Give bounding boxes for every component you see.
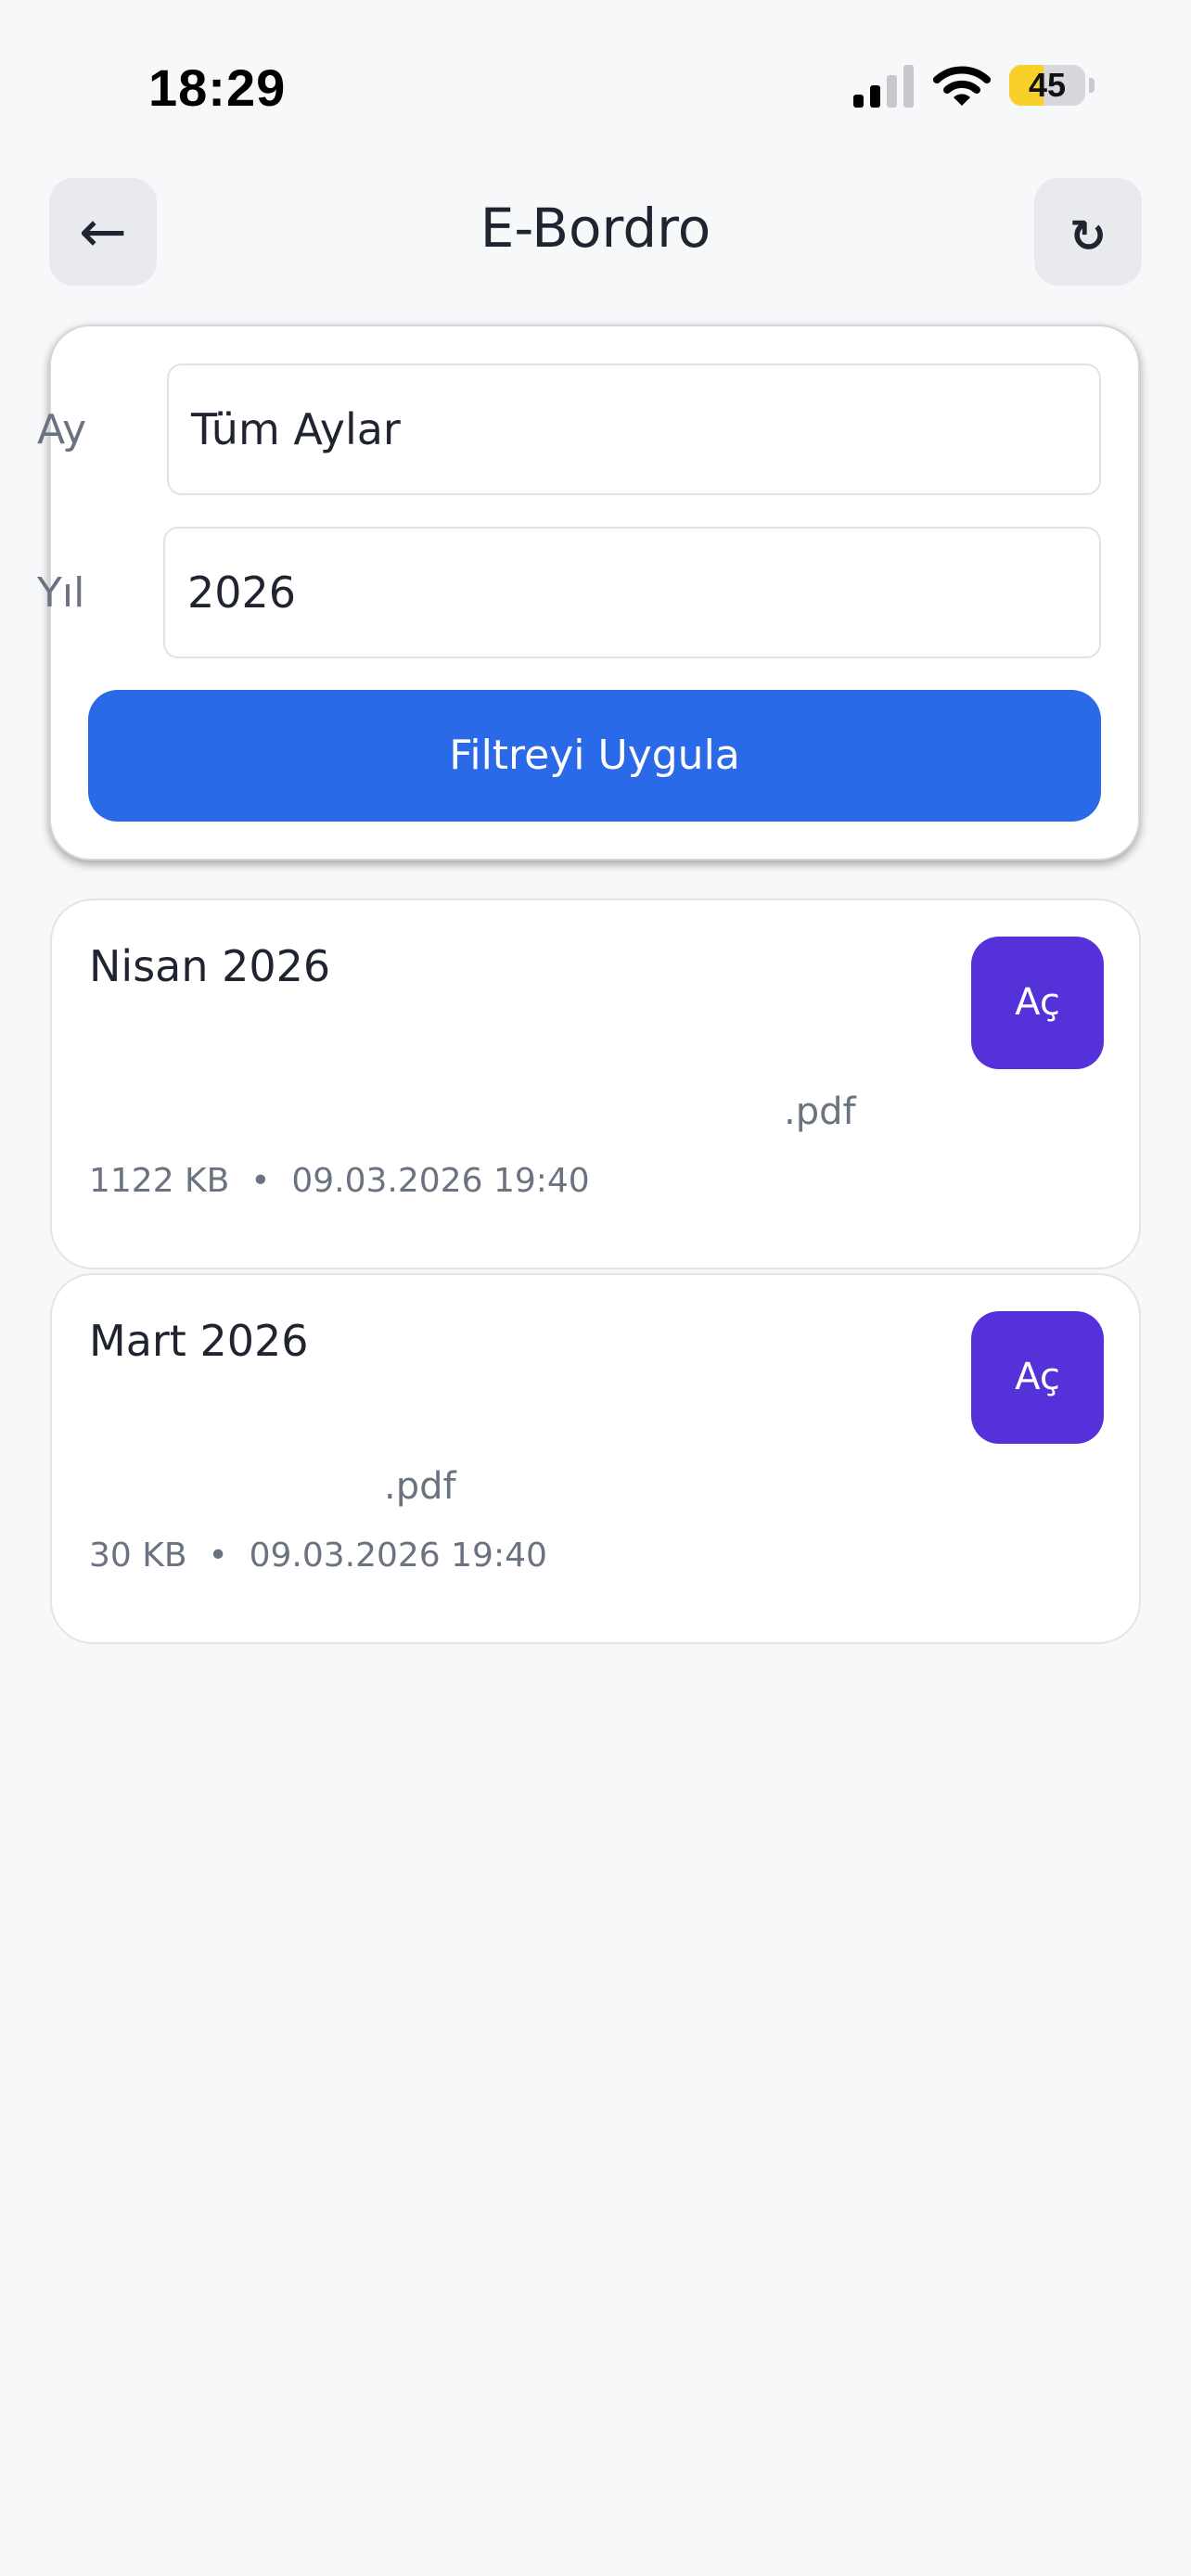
payslip-card: Mart 2026 Aç .pdf 30 KB • 09.03.2026 19:… <box>50 1273 1141 1644</box>
open-button[interactable]: Aç <box>971 1311 1104 1444</box>
year-label: Yıl <box>37 569 85 617</box>
signal-icon <box>853 65 914 108</box>
month-label: Ay <box>37 406 87 453</box>
apply-filter-button[interactable]: Filtreyi Uygula <box>88 690 1101 822</box>
open-button[interactable]: Aç <box>971 937 1104 1069</box>
page-title: E-Bordro <box>480 197 711 260</box>
file-name: .pdf <box>384 1465 456 1508</box>
file-meta: 1122 KB • 09.03.2026 19:40 <box>89 1162 590 1200</box>
battery-level: 45 <box>1028 66 1067 104</box>
refresh-button[interactable]: ↻ <box>1034 178 1142 286</box>
file-name: .pdf <box>784 1090 856 1133</box>
battery-icon: 45 <box>1009 65 1095 108</box>
payslip-period: Nisan 2026 <box>89 941 331 991</box>
file-meta: 30 KB • 09.03.2026 19:40 <box>89 1537 547 1575</box>
status-bar: 18:29 45 <box>0 0 1191 176</box>
wifi-icon <box>933 66 991 106</box>
month-select[interactable]: Tüm Aylar <box>167 363 1101 495</box>
payslip-card: Nisan 2026 Aç .pdf 1122 KB • 09.03.2026 … <box>50 899 1141 1269</box>
status-time: 18:29 <box>148 58 287 117</box>
payslip-period: Mart 2026 <box>89 1316 309 1366</box>
refresh-icon: ↻ <box>1069 210 1108 262</box>
year-input[interactable]: 2026 <box>163 527 1101 658</box>
